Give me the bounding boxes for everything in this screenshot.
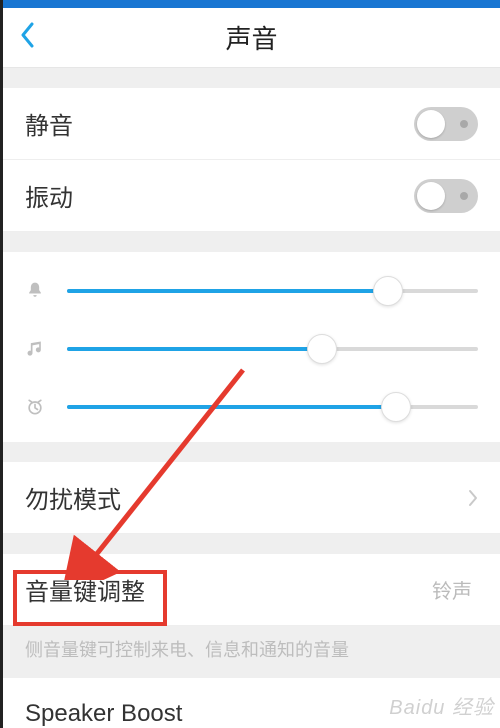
back-button[interactable] bbox=[3, 8, 53, 68]
ringtone-slider[interactable] bbox=[67, 275, 478, 307]
section-gap bbox=[3, 68, 500, 88]
mute-label: 静音 bbox=[25, 106, 414, 141]
mute-row[interactable]: 静音 bbox=[3, 88, 500, 160]
volume-key-label: 音量键调整 bbox=[25, 572, 432, 607]
alarm-slider[interactable] bbox=[67, 391, 478, 423]
alarm-icon bbox=[25, 397, 55, 417]
dnd-label: 勿扰模式 bbox=[25, 480, 468, 515]
chevron-right-icon bbox=[468, 489, 478, 507]
volume-key-value: 铃声 bbox=[432, 575, 472, 604]
header: 声音 bbox=[3, 8, 500, 68]
mute-toggle[interactable] bbox=[414, 107, 478, 141]
dnd-row[interactable]: 勿扰模式 bbox=[3, 462, 500, 534]
alarm-slider-row bbox=[25, 378, 478, 436]
speaker-boost-label: Speaker Boost bbox=[25, 700, 478, 728]
section-gap bbox=[3, 442, 500, 462]
toggle-dot bbox=[460, 192, 468, 200]
sliders-section bbox=[3, 252, 500, 442]
toggle-dot bbox=[460, 120, 468, 128]
volume-key-row[interactable]: 音量键调整 铃声 bbox=[3, 554, 500, 626]
status-bar bbox=[3, 0, 500, 8]
media-slider[interactable] bbox=[67, 333, 478, 365]
ringtone-slider-row bbox=[25, 262, 478, 320]
vibrate-toggle[interactable] bbox=[414, 179, 478, 213]
toggle-knob bbox=[417, 110, 445, 138]
media-slider-row bbox=[25, 320, 478, 378]
page-title: 声音 bbox=[3, 19, 500, 56]
volume-key-description: 侧音量键可控制来电、信息和通知的音量 bbox=[3, 626, 500, 678]
vibrate-label: 振动 bbox=[25, 178, 414, 213]
section-gap bbox=[3, 534, 500, 554]
vibrate-row[interactable]: 振动 bbox=[3, 160, 500, 232]
speaker-boost-row[interactable]: Speaker Boost bbox=[3, 678, 500, 728]
music-icon bbox=[25, 339, 55, 359]
section-gap bbox=[3, 232, 500, 252]
bell-icon bbox=[25, 281, 55, 301]
toggle-knob bbox=[417, 182, 445, 210]
chevron-left-icon bbox=[20, 22, 36, 53]
